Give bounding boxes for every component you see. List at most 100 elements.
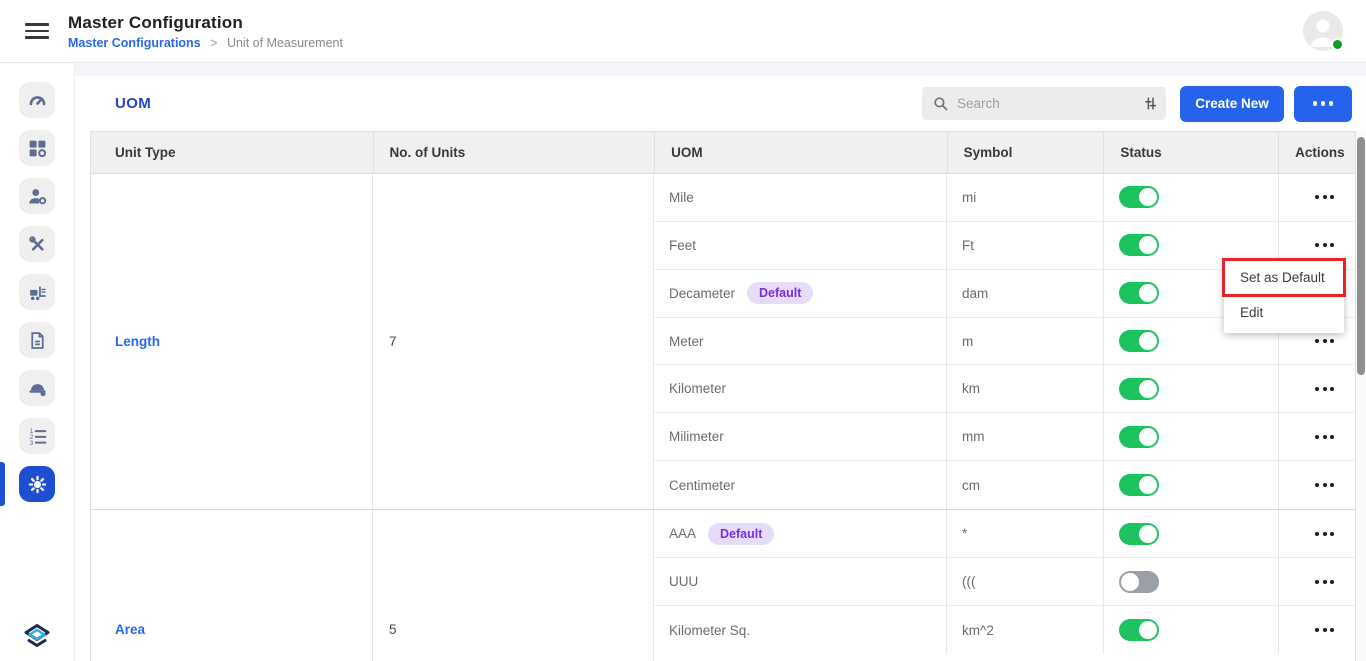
status-toggle[interactable] xyxy=(1119,426,1159,448)
uom-name: Meter xyxy=(669,334,704,349)
symbol-cell: mm xyxy=(947,413,1104,460)
toggle-knob xyxy=(1139,188,1157,206)
more-horizontal-icon xyxy=(1311,101,1335,106)
sidebar-item-dashboard[interactable] xyxy=(19,82,55,118)
column-header-status: Status xyxy=(1104,132,1279,173)
status-toggle[interactable] xyxy=(1119,378,1159,400)
toggle-knob xyxy=(1139,525,1157,543)
page-title: Master Configuration xyxy=(68,13,343,33)
more-options-button[interactable] xyxy=(1294,86,1352,122)
actions-cell xyxy=(1279,461,1355,509)
uom-cell: Milimeter xyxy=(654,413,947,460)
settings-gear-icon xyxy=(27,474,48,495)
brand-logo xyxy=(21,621,53,653)
status-cell xyxy=(1104,365,1279,412)
column-header-actions: Actions xyxy=(1279,132,1355,173)
uom-name: AAA xyxy=(669,526,696,541)
table-row: AAA Default * xyxy=(654,510,1355,558)
status-toggle[interactable] xyxy=(1119,234,1159,256)
table-body: Length7MilemiFeetFtDecameterDefaultdamMe… xyxy=(91,174,1355,661)
unit-type-link[interactable]: Length xyxy=(115,334,160,349)
user-avatar[interactable] xyxy=(1303,11,1343,51)
status-toggle[interactable] xyxy=(1119,571,1159,593)
uom-name: Kilometer Sq. xyxy=(669,623,750,638)
actions-cell xyxy=(1279,510,1355,557)
status-toggle[interactable] xyxy=(1119,282,1159,304)
row-context-menu: Set as DefaultEdit xyxy=(1224,259,1344,333)
default-badge: Default xyxy=(708,523,774,545)
actions-cell xyxy=(1279,174,1355,221)
status-toggle[interactable] xyxy=(1119,330,1159,352)
search-icon xyxy=(932,95,949,112)
sidebar-item-settings[interactable] xyxy=(19,466,55,502)
row-actions-button[interactable] xyxy=(1313,195,1335,199)
uom-cell: Kilometer Sq. xyxy=(654,606,947,654)
row-actions-button[interactable] xyxy=(1313,243,1335,247)
column-header-no-of-units: No. of Units xyxy=(374,132,656,173)
actions-cell xyxy=(1279,365,1355,412)
row-actions-button[interactable] xyxy=(1313,532,1335,536)
vertical-scrollbar[interactable] xyxy=(1356,131,1366,661)
create-new-button[interactable]: Create New xyxy=(1180,86,1284,122)
sidebar: 123 xyxy=(0,63,75,661)
uom-cell: AAA Default xyxy=(654,510,947,557)
uom-cell: Meter xyxy=(654,318,947,365)
unit-type-cell: Area xyxy=(91,510,373,661)
sidebar-item-forklift[interactable] xyxy=(19,274,55,310)
sidebar-item-user-admin[interactable] xyxy=(19,178,55,214)
uom-name: UUU xyxy=(669,574,698,589)
forklift-icon xyxy=(27,282,48,303)
status-toggle[interactable] xyxy=(1119,523,1159,545)
uom-cell: Centimeter xyxy=(654,461,947,509)
uom-cell: DecameterDefault xyxy=(654,270,947,317)
breadcrumb-current: Unit of Measurement xyxy=(227,36,343,50)
row-actions-button[interactable] xyxy=(1313,435,1335,439)
filter-tune-icon[interactable] xyxy=(1142,95,1159,112)
table-row: Centimetercm xyxy=(654,461,1355,509)
context-menu-item-set-as-default[interactable]: Set as Default xyxy=(1224,260,1344,295)
row-actions-button[interactable] xyxy=(1313,628,1335,632)
uom-name: Milimeter xyxy=(669,429,724,444)
toggle-knob xyxy=(1139,476,1157,494)
sidebar-item-tools[interactable] xyxy=(19,226,55,262)
actions-cell xyxy=(1279,413,1355,460)
unit-type-group: Length7MilemiFeetFtDecameterDefaultdamMe… xyxy=(91,174,1355,510)
status-toggle[interactable] xyxy=(1119,619,1159,641)
table-header-row: Unit TypeNo. of UnitsUOMSymbolStatusActi… xyxy=(91,132,1355,174)
sidebar-item-documents[interactable] xyxy=(19,322,55,358)
symbol-cell: mi xyxy=(947,174,1104,221)
unit-type-link[interactable]: Area xyxy=(115,622,145,637)
table-row: UUU((( xyxy=(654,558,1355,606)
toggle-knob xyxy=(1139,428,1157,446)
toggle-knob xyxy=(1139,236,1157,254)
sidebar-item-modules[interactable] xyxy=(19,130,55,166)
symbol-cell: km xyxy=(947,365,1104,412)
row-actions-button[interactable] xyxy=(1313,339,1335,343)
uom-name: Kilometer xyxy=(669,381,726,396)
status-toggle[interactable] xyxy=(1119,474,1159,496)
row-actions-button[interactable] xyxy=(1313,483,1335,487)
status-cell xyxy=(1104,606,1279,654)
row-actions-button[interactable] xyxy=(1313,580,1335,584)
uom-table: Unit TypeNo. of UnitsUOMSymbolStatusActi… xyxy=(90,131,1356,661)
uom-name: Mile xyxy=(669,190,694,205)
toggle-knob xyxy=(1139,621,1157,639)
symbol-cell: * xyxy=(947,510,1104,557)
search-input[interactable] xyxy=(957,96,1134,111)
toggle-knob xyxy=(1139,284,1157,302)
context-menu-item-edit[interactable]: Edit xyxy=(1224,295,1344,330)
sidebar-item-lists[interactable]: 123 xyxy=(19,418,55,454)
sidebar-nav: 123 xyxy=(0,63,74,514)
toggle-knob xyxy=(1139,380,1157,398)
row-actions-button[interactable] xyxy=(1313,387,1335,391)
dashboard-gauge-icon xyxy=(27,90,48,111)
column-header-symbol: Symbol xyxy=(948,132,1105,173)
breadcrumb-link[interactable]: Master Configurations xyxy=(68,36,201,50)
status-toggle[interactable] xyxy=(1119,186,1159,208)
uom-name: Decameter xyxy=(669,286,735,301)
unit-count-cell: 5 xyxy=(373,510,654,661)
hamburger-menu-icon[interactable] xyxy=(25,23,49,39)
column-header-unit-type: Unit Type xyxy=(91,132,374,173)
scrollbar-thumb[interactable] xyxy=(1357,137,1365,375)
sidebar-item-workers[interactable] xyxy=(19,370,55,406)
